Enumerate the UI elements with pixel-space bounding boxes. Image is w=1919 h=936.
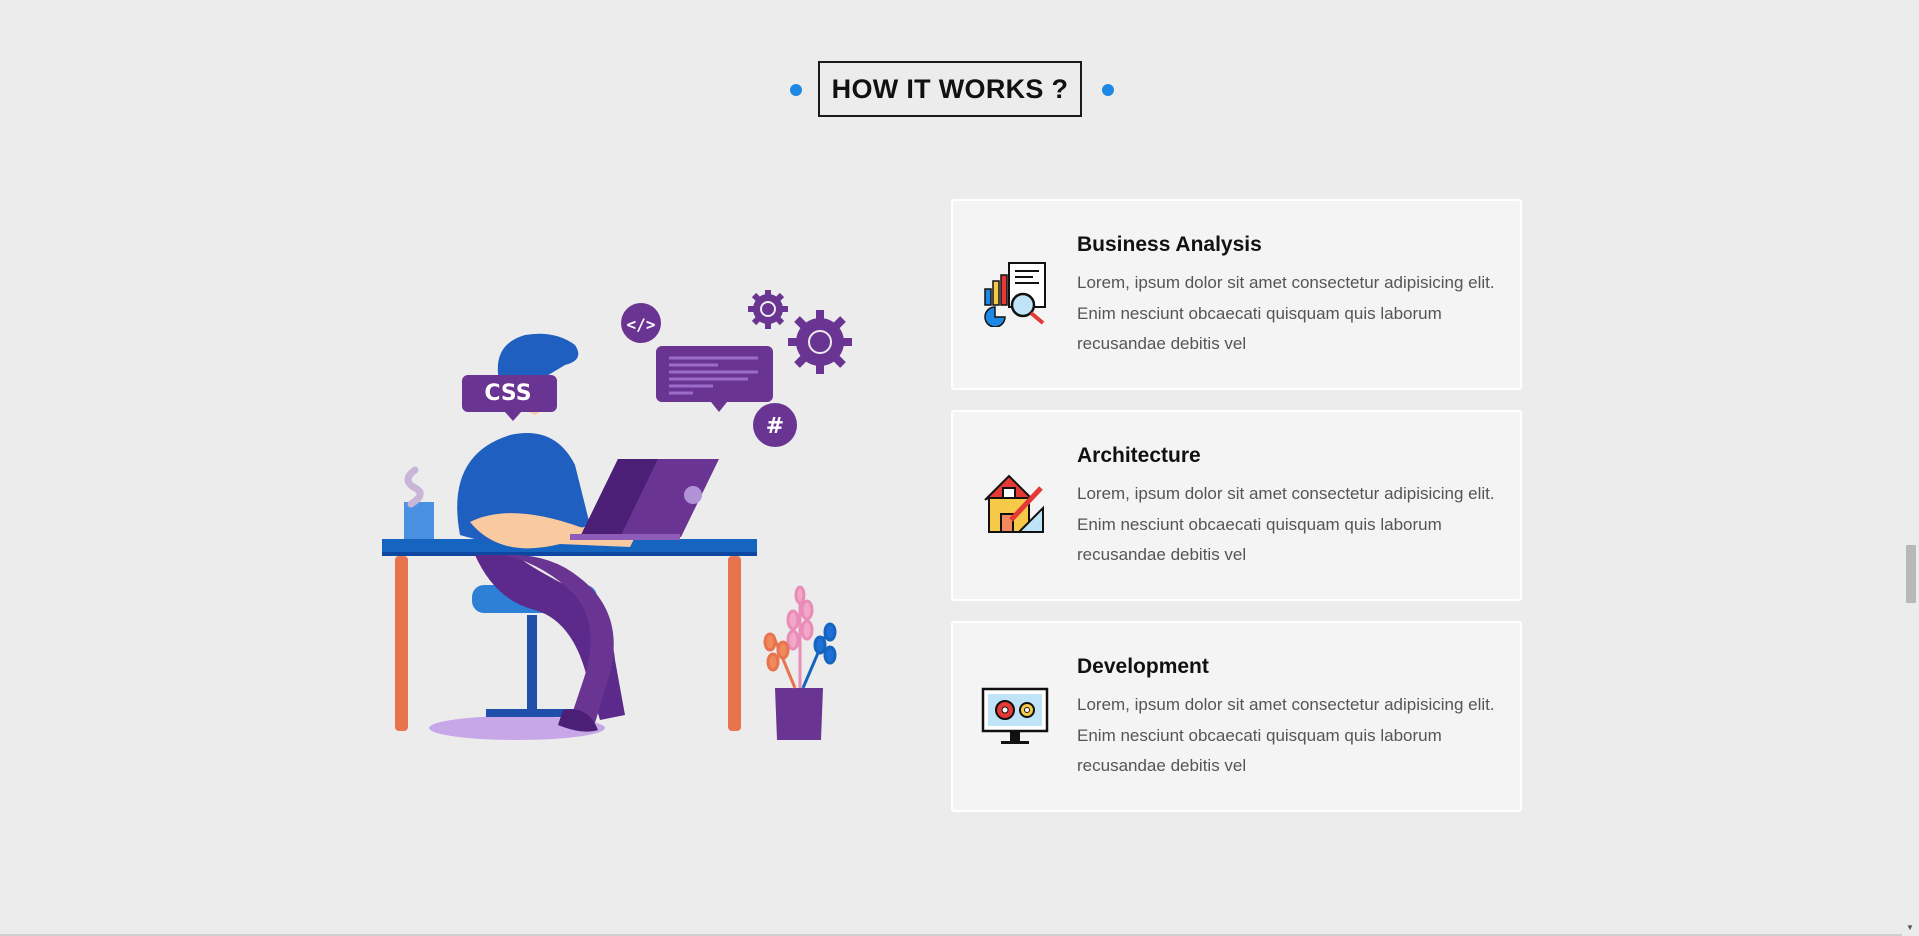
step-title: Architecture [1077, 444, 1201, 467]
step-description: Lorem, ipsum dolor sit amet consectetur … [1077, 484, 1495, 564]
section-heading: HOW IT WORKS ? [818, 61, 1082, 117]
step-card-business-analysis: Business Analysis Lorem, ipsum dolor sit… [951, 199, 1522, 390]
step-description: Lorem, ipsum dolor sit amet consectetur … [1077, 695, 1495, 775]
desk-leg-right [728, 556, 741, 731]
developer-illustration: CSS </> # [382, 290, 852, 740]
coffee-mug [404, 502, 434, 539]
heading-dot-right [1102, 84, 1114, 96]
step-title: Development [1077, 655, 1209, 678]
heading-dot-left [790, 84, 802, 96]
plant-pot [775, 688, 823, 740]
step-card-architecture: Architecture Lorem, ipsum dolor sit amet… [951, 410, 1522, 601]
vertical-scrollbar[interactable]: ▼ [1902, 0, 1919, 936]
css-badge-text: CSS [484, 381, 531, 406]
business-analysis-icon [984, 262, 1046, 327]
step-description: Lorem, ipsum dolor sit amet consectetur … [1077, 273, 1495, 353]
step-title: Business Analysis [1077, 233, 1262, 256]
scroll-down-arrow-icon[interactable]: ▼ [1906, 923, 1914, 932]
scrollbar-thumb[interactable] [1906, 545, 1916, 603]
gear-large-icon [788, 310, 852, 374]
desk-leg-left [395, 556, 408, 731]
svg-text:</>: </> [627, 315, 656, 334]
architecture-icon [984, 474, 1044, 533]
gear-small-icon [748, 290, 788, 329]
svg-text:#: # [766, 414, 784, 439]
development-icon [981, 687, 1049, 744]
step-card-development: Development Lorem, ipsum dolor sit amet … [951, 621, 1522, 812]
